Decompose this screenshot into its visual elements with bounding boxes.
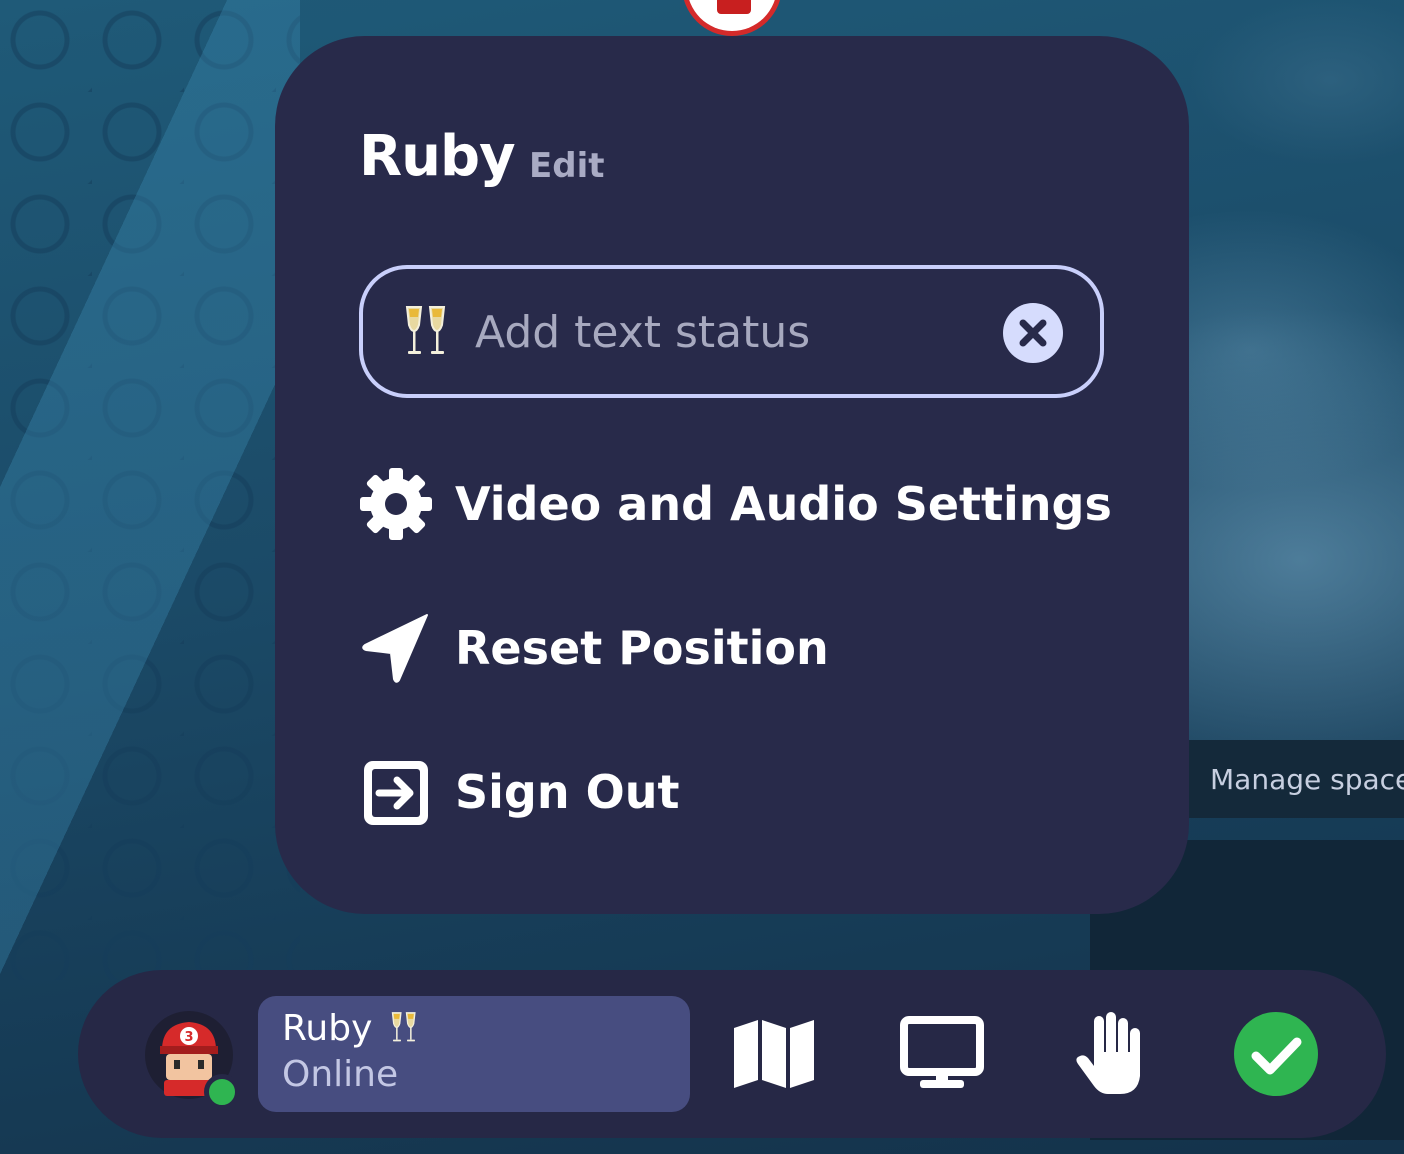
profile-menu: Ruby Edit Add text status Video and Audi…	[275, 36, 1189, 914]
map-icon	[732, 1018, 816, 1094]
screen-share-button[interactable]	[900, 1014, 984, 1098]
svg-text:3: 3	[184, 1030, 193, 1045]
raise-hand-icon	[1074, 1012, 1146, 1100]
edit-name-button[interactable]: Edit	[529, 146, 604, 186]
gear-icon	[359, 467, 433, 541]
manage-space-button[interactable]: Manage space	[1188, 740, 1404, 818]
online-status-dot	[204, 1074, 240, 1110]
clear-status-icon[interactable]	[1003, 303, 1063, 363]
sign-out-item[interactable]: Sign Out	[359, 752, 1119, 832]
champagne-glasses-icon	[390, 1010, 418, 1046]
video-audio-settings-label: Video and Audio Settings	[455, 477, 1112, 531]
location-arrow-icon	[359, 611, 433, 685]
reset-position-item[interactable]: Reset Position	[359, 608, 1119, 688]
bottom-toolbar: 3 Ruby Online	[78, 970, 1386, 1138]
user-name: Ruby	[282, 1008, 373, 1049]
screen-share-icon	[900, 1016, 984, 1096]
map-button[interactable]	[732, 1014, 816, 1098]
sign-out-label: Sign Out	[455, 765, 680, 819]
raise-hand-button[interactable]	[1068, 1012, 1152, 1100]
text-status-input[interactable]	[475, 299, 975, 365]
user-online-status: Online	[282, 1054, 399, 1095]
ready-check-icon	[1234, 1012, 1318, 1100]
ready-check-button[interactable]	[1234, 1012, 1318, 1100]
video-audio-settings-item[interactable]: Video and Audio Settings	[359, 464, 1119, 544]
sign-out-icon	[359, 755, 433, 829]
map-water-decoration	[0, 0, 300, 980]
profile-name: Ruby	[359, 124, 516, 189]
champagne-glasses-icon[interactable]	[403, 303, 449, 361]
text-status-field[interactable]	[359, 265, 1104, 398]
reset-position-label: Reset Position	[455, 621, 829, 675]
user-status-card[interactable]: Ruby Online	[258, 996, 690, 1112]
